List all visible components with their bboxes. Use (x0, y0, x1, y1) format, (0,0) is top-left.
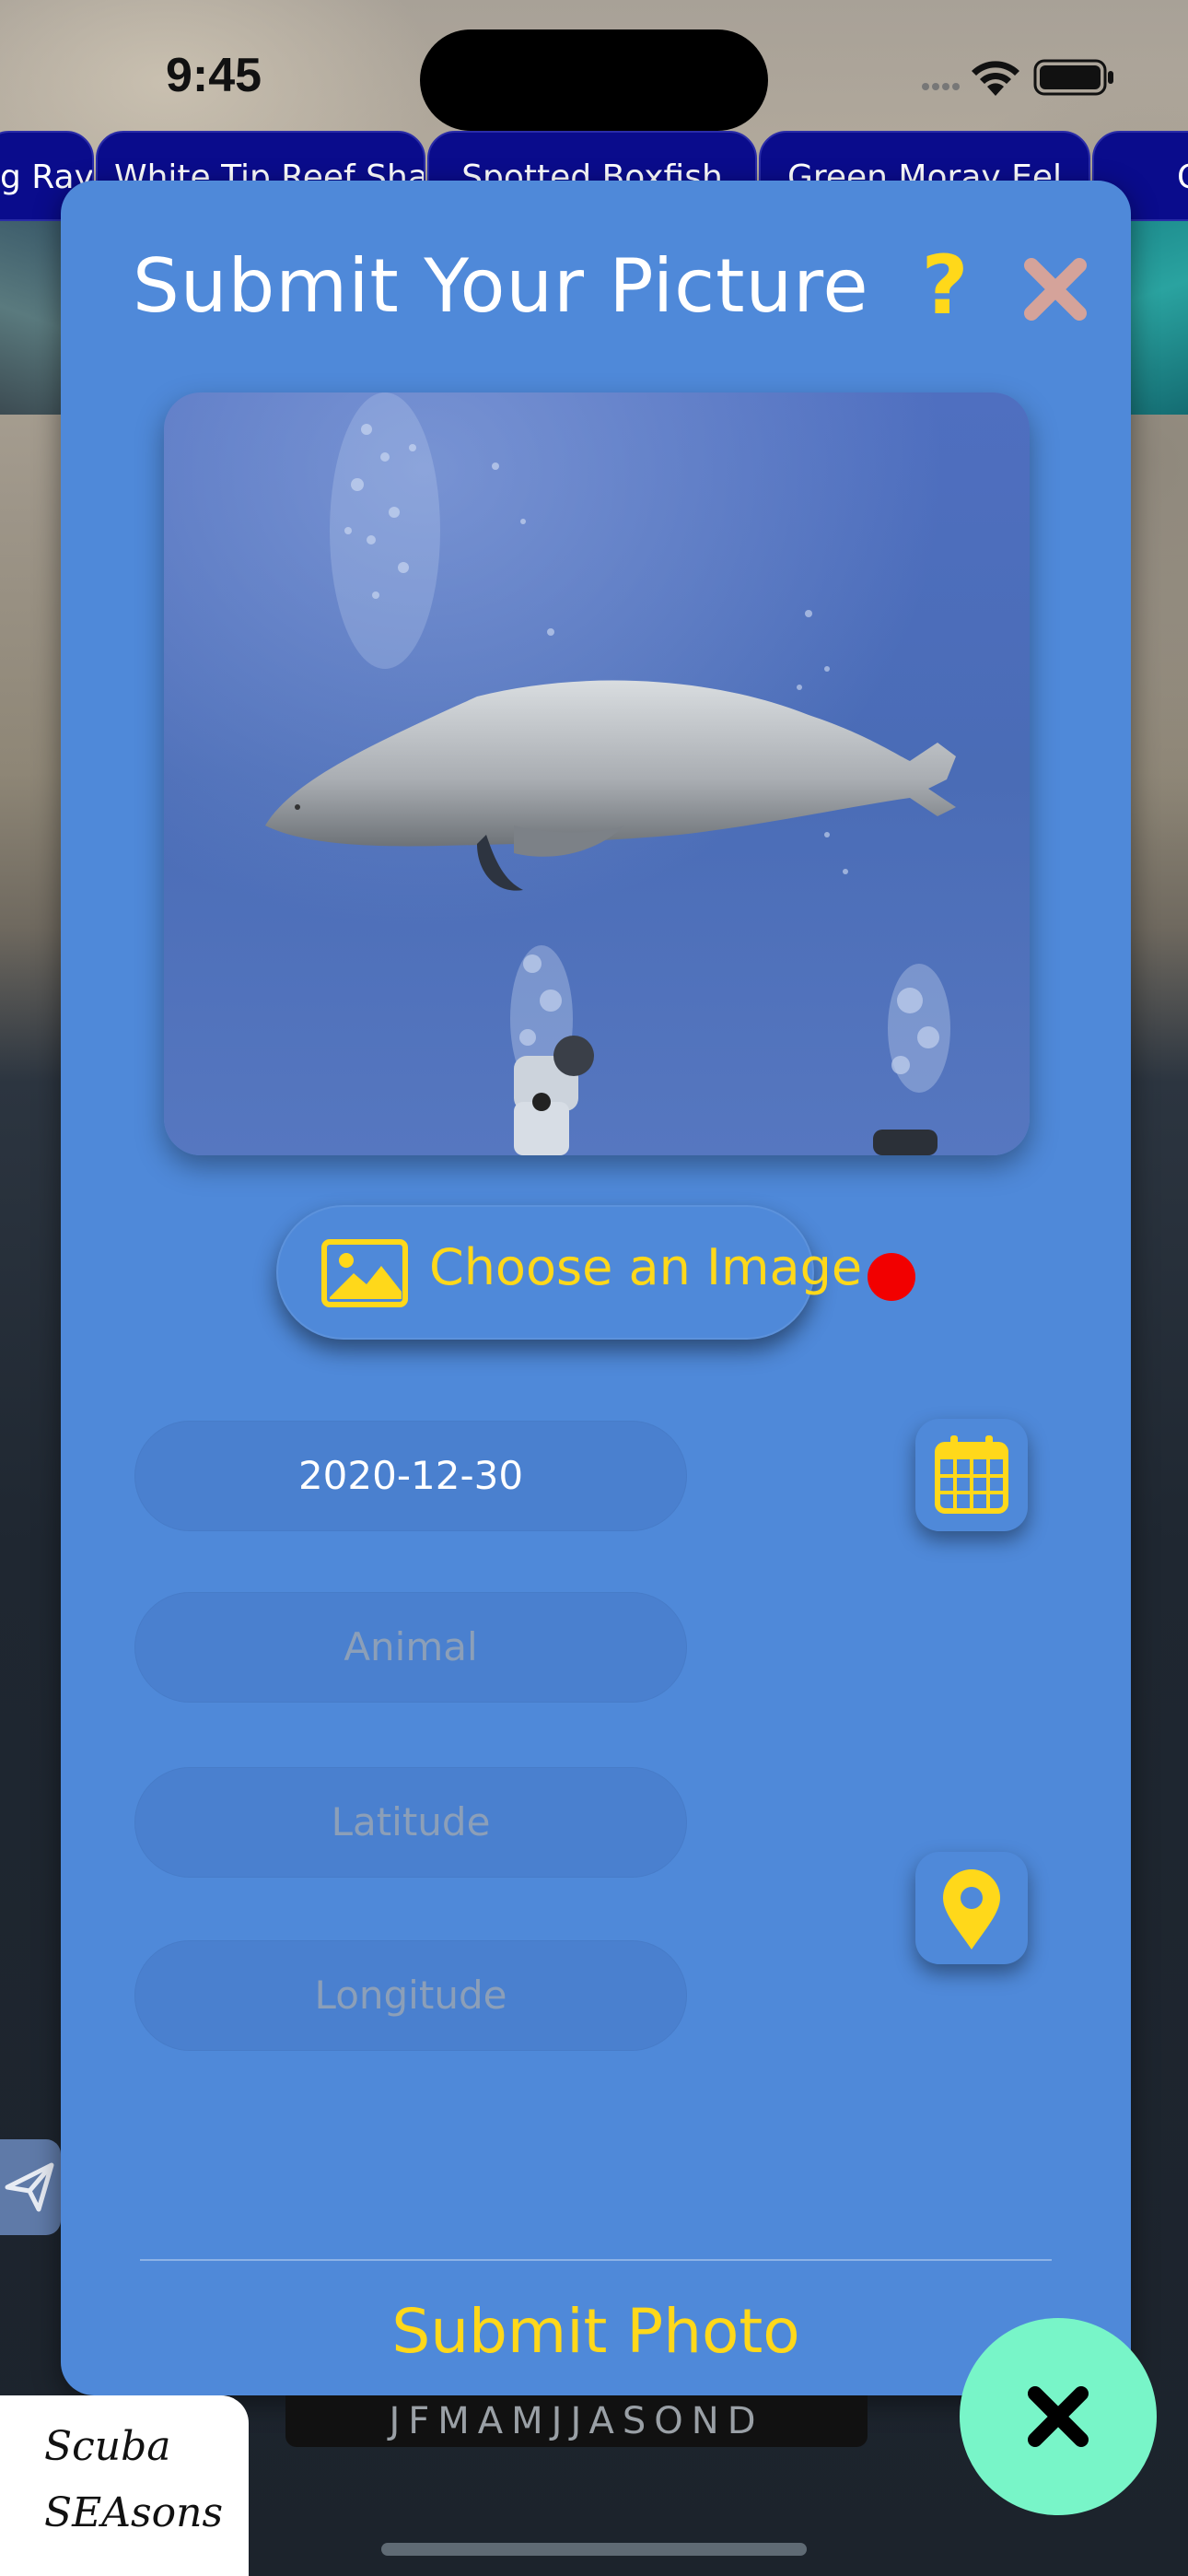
photo-image (164, 392, 1030, 1155)
dynamic-island (420, 29, 768, 131)
battery-icon (1033, 59, 1113, 96)
choose-image-label: Choose an Image (429, 1238, 863, 1296)
home-indicator (381, 2543, 807, 2556)
choose-image-button[interactable]: Choose an Image (276, 1205, 862, 1340)
close-fab-button[interactable] (960, 2318, 1157, 2515)
divider (140, 2259, 1052, 2261)
help-button[interactable]: ? (899, 240, 991, 332)
submit-picture-modal: Submit Your Picture ? Choose an Image 20… (61, 181, 1131, 2395)
brand-line-1: Scuba (44, 2423, 171, 2470)
status-dot (868, 1253, 915, 1301)
question-mark-icon: ? (921, 238, 969, 333)
send-button[interactable] (0, 2139, 61, 2235)
wifi-icon (972, 61, 1019, 96)
modal-title: Submit Your Picture (133, 243, 869, 329)
map-reef-left (0, 221, 64, 415)
date-field[interactable]: 2020-12-30 (134, 1421, 687, 1531)
animal-input[interactable]: Animal (134, 1592, 687, 1703)
selected-photo[interactable] (164, 392, 1030, 1155)
close-button[interactable] (1019, 252, 1092, 326)
cellular-signal-icon (922, 83, 960, 90)
longitude-input[interactable]: Longitude (134, 1940, 687, 2051)
status-bar: 9:45 (0, 0, 1188, 138)
brand-line-2: SEAsons (44, 2489, 224, 2536)
close-icon (1028, 2386, 1089, 2447)
status-icons (921, 55, 1124, 101)
calendar-button[interactable] (915, 1419, 1028, 1531)
map-pin-icon (943, 1869, 1000, 1950)
status-time: 9:45 (166, 49, 262, 102)
latitude-input[interactable]: Latitude (134, 1767, 687, 1878)
location-button[interactable] (915, 1852, 1028, 1964)
brand-logo: Scuba SEAsons (0, 2395, 249, 2576)
image-icon (321, 1239, 408, 1307)
close-icon (1024, 258, 1087, 321)
send-icon (5, 2162, 54, 2212)
calendar-icon (935, 1435, 1008, 1514)
month-selector[interactable]: JFMAMJJASOND (285, 2395, 868, 2447)
